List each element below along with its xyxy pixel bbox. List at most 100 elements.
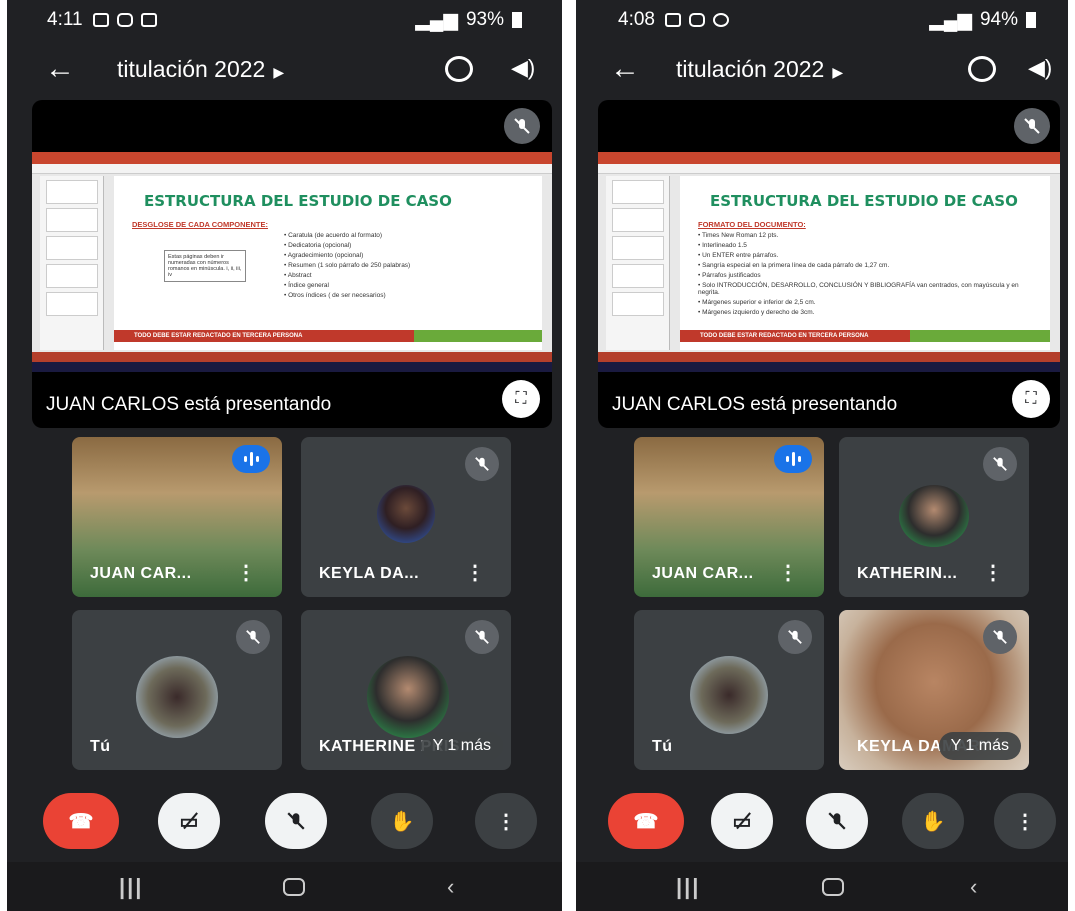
more-participants-chip[interactable]: Y 1 más	[420, 732, 503, 760]
home-icon[interactable]	[283, 878, 305, 896]
slide-thumb	[46, 292, 98, 316]
avatar	[136, 656, 218, 738]
slide-thumb	[46, 208, 98, 232]
slide-bullet: Índice general	[284, 282, 410, 289]
slide-bullet: Márgenes izquierdo y derecho de 3cm.	[698, 309, 1042, 316]
phone-hangup-icon[interactable]: ☎	[43, 793, 119, 849]
presentation-stage: ESTRUCTURA DEL ESTUDIO DE CASO FORMATO D…	[598, 100, 1060, 428]
meeting-title: titulación 2022	[117, 55, 266, 82]
hand-icon[interactable]: ✋	[902, 793, 964, 849]
participant-name: KATHERIN...	[857, 565, 958, 582]
slide-subtitle: DESGLOSE DE CADA COMPONENTE:	[132, 220, 268, 229]
slide-banner-accent	[910, 330, 1050, 342]
slide-thumb	[612, 264, 664, 288]
arrow-left-icon[interactable]: ←	[45, 52, 75, 86]
slide-bullet: Interlineado 1.5	[698, 242, 1042, 249]
slide-thumb	[612, 236, 664, 260]
mic-off-icon	[1014, 108, 1050, 144]
participant-tile[interactable]: KATHERINE PRIS... Y 1 más	[301, 610, 511, 770]
more-vert-icon[interactable]: ⋮	[465, 560, 485, 585]
mic-off-icon	[983, 620, 1017, 654]
participant-tile-self[interactable]: Tú	[634, 610, 824, 770]
more-participants-chip[interactable]: Y 1 más	[938, 732, 1021, 760]
hand-icon[interactable]: ✋	[371, 793, 433, 849]
speaking-indicator-icon	[232, 445, 270, 473]
slide-banner: TODO DEBE ESTAR REDACTADO EN TERCERA PER…	[114, 330, 414, 342]
slide-bullet: Otros índices ( de ser necesarios)	[284, 292, 410, 299]
camera-off-icon[interactable]: ▭̸	[711, 793, 773, 849]
status-right: ▂▄▆ 93%	[415, 9, 522, 32]
participant-name: Tú	[90, 738, 111, 755]
slide-bullet: Dedicatoria (opcional)	[284, 242, 410, 249]
app-toolbar	[598, 164, 1060, 174]
fullscreen-icon[interactable]: ⛶	[502, 380, 540, 418]
fullscreen-icon[interactable]: ⛶	[1012, 380, 1050, 418]
mic-off-icon	[465, 620, 499, 654]
meeting-title-button[interactable]: titulación 2022 ▶	[117, 56, 284, 83]
participant-tile[interactable]: KATHERIN... ⋮	[839, 437, 1029, 597]
speaker-icon[interactable]: ◀)	[511, 55, 535, 81]
slide-banner-accent	[414, 330, 542, 342]
android-nav-bar: ||| ‹	[7, 862, 562, 911]
participant-tile[interactable]: JUAN CAR... ⋮	[634, 437, 824, 597]
mic-off-icon	[504, 108, 540, 144]
shared-screen: ESTRUCTURA DEL ESTUDIO DE CASO DESGLOSE …	[32, 152, 552, 372]
status-time: 4:08	[618, 9, 655, 30]
video-icon	[140, 13, 157, 27]
phone-screen-right: 4:08 ▂▄▆ 94% ← titulación 2022 ▶ ◀) ESTR…	[576, 0, 1068, 911]
participant-tile[interactable]: KEYLA DAMARYS Y 1 más	[839, 610, 1029, 770]
slide-bullet: Resumen (1 solo párrafo de 250 palabras)	[284, 262, 410, 269]
mic-off-icon[interactable]	[806, 793, 868, 849]
more-vert-icon[interactable]: ⋮	[778, 560, 798, 585]
back-nav-icon[interactable]: ‹	[970, 874, 977, 900]
back-nav-icon[interactable]: ‹	[447, 874, 454, 900]
more-vert-icon[interactable]: ⋮	[983, 560, 1003, 585]
slide-subtitle: FORMATO DEL DOCUMENTO:	[698, 220, 806, 229]
slide-thumb	[612, 180, 664, 204]
whatsapp-icon	[712, 13, 729, 27]
camera-switch-icon[interactable]	[968, 56, 996, 82]
participant-tile-self[interactable]: Tú	[72, 610, 282, 770]
camera-switch-icon[interactable]	[445, 56, 473, 82]
wifi-signal-icon: ▂▄▆	[415, 9, 458, 31]
battery-text: 93%	[465, 9, 504, 30]
slide-bullet: Abstract	[284, 272, 410, 279]
mic-off-icon	[983, 447, 1017, 481]
meeting-title-button[interactable]: titulación 2022 ▶	[676, 56, 843, 83]
gallery-icon	[92, 13, 109, 27]
phone-hangup-icon[interactable]: ☎	[608, 793, 684, 849]
recents-icon[interactable]: |||	[119, 874, 143, 900]
mic-off-icon	[778, 620, 812, 654]
arrow-left-icon[interactable]: ←	[610, 52, 640, 86]
call-controls: ☎ ▭̸ ✋ ⋮	[576, 790, 1068, 856]
camera-off-icon[interactable]: ▭̸	[158, 793, 220, 849]
battery-icon	[1026, 12, 1036, 28]
more-vert-icon[interactable]: ⋮	[475, 793, 537, 849]
home-icon[interactable]	[822, 878, 844, 896]
presenter-label: JUAN CARLOS está presentando	[612, 394, 898, 415]
instagram-icon	[688, 13, 705, 27]
participant-tile[interactable]: KEYLA DA... ⋮	[301, 437, 511, 597]
participant-tile[interactable]: JUAN CAR... ⋮	[72, 437, 282, 597]
battery-text: 94%	[979, 9, 1018, 30]
slide-note: Estas páginas deben ir numeradas con núm…	[164, 250, 246, 282]
chevron-right-icon: ▶	[273, 63, 285, 80]
status-bar: 4:11 ▂▄▆ 93%	[7, 0, 562, 40]
speaker-icon[interactable]: ◀)	[1028, 55, 1052, 81]
participant-name: JUAN CAR...	[90, 565, 192, 582]
mic-off-icon	[236, 620, 270, 654]
windows-taskbar	[32, 362, 552, 372]
speaking-indicator-icon	[774, 445, 812, 473]
windows-taskbar	[598, 362, 1060, 372]
shared-screen: ESTRUCTURA DEL ESTUDIO DE CASO FORMATO D…	[598, 152, 1060, 372]
phone-screen-left: 4:11 ▂▄▆ 93% ← titulación 2022 ▶ ◀) ESTR…	[7, 0, 562, 911]
status-right: ▂▄▆ 94%	[929, 9, 1036, 32]
more-vert-icon[interactable]: ⋮	[994, 793, 1056, 849]
recents-icon[interactable]: |||	[676, 874, 700, 900]
app-status-bar	[598, 352, 1060, 362]
mic-off-icon[interactable]	[265, 793, 327, 849]
mic-off-icon	[465, 447, 499, 481]
more-vert-icon[interactable]: ⋮	[236, 560, 256, 585]
meeting-title: titulación 2022	[676, 55, 825, 82]
avatar	[377, 485, 435, 543]
